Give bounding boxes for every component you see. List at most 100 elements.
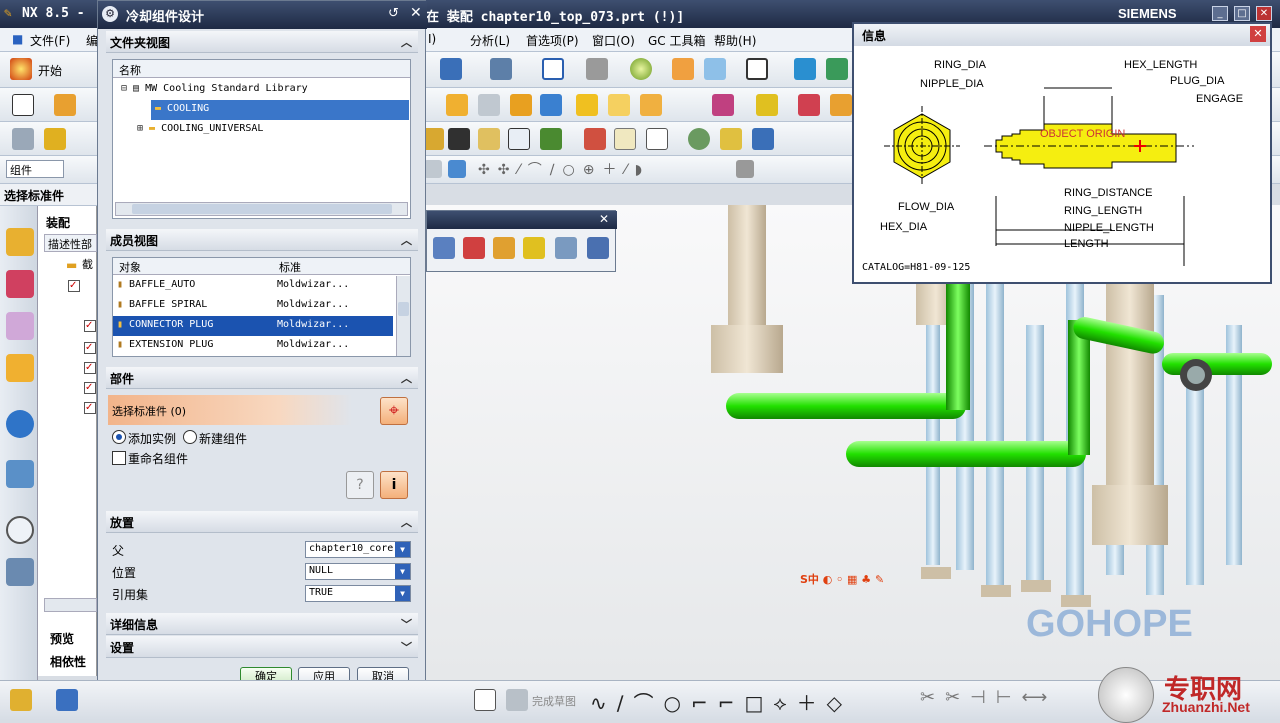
finish-sketch-label[interactable]: 完成草图: [532, 693, 576, 709]
toolbar-icon[interactable]: [493, 237, 515, 259]
member-view-header[interactable]: 成员视图 ︿: [106, 229, 418, 251]
collapse-icon[interactable]: ︿: [401, 514, 412, 530]
tree-checkbox[interactable]: ✓: [84, 320, 96, 332]
chevron-down-icon[interactable]: ▼: [395, 542, 410, 557]
maximize-button[interactable]: □: [1234, 6, 1250, 21]
dependency-section[interactable]: 相依性: [50, 653, 86, 670]
start-label[interactable]: 开始: [38, 62, 62, 79]
tree-checkbox[interactable]: ✓: [84, 342, 96, 354]
finish-sketch-icon[interactable]: [506, 689, 528, 711]
toolbar-icon[interactable]: [576, 94, 598, 116]
toolbar-icon[interactable]: [510, 94, 532, 116]
scroll-thumb[interactable]: [132, 204, 392, 214]
close-button[interactable]: ✕: [1256, 6, 1272, 21]
info-close-button[interactable]: ✕: [1250, 26, 1266, 42]
folder-item-library[interactable]: ⊟ ▤ MW Cooling Standard Library: [113, 80, 410, 100]
ime-toolbar[interactable]: S中 ◐ ◦ ▦ ♣ ✎: [800, 571, 884, 587]
info-icon[interactable]: [6, 410, 34, 438]
history-icon[interactable]: [6, 516, 34, 544]
toolbar-icon[interactable]: [746, 58, 768, 80]
sketch-curve-icons[interactable]: ∿∕⌒○⌐⌐□⟡＋◇: [590, 687, 852, 716]
member-vscrollbar[interactable]: [396, 276, 410, 356]
type-filter-select[interactable]: 组件: [6, 160, 64, 178]
floating-toolbar-titlebar[interactable]: ✕: [427, 211, 617, 229]
toolbar-icon[interactable]: [478, 128, 500, 150]
gear-icon[interactable]: ⚙: [102, 6, 118, 22]
toolbar-icon[interactable]: [704, 58, 726, 80]
snap-icons[interactable]: ✣✣⁄⌒∕○⊕＋⁄◗: [478, 159, 650, 179]
toolbar-icon[interactable]: [646, 128, 668, 150]
chevron-down-icon[interactable]: ▼: [395, 564, 410, 579]
radio-new-component[interactable]: [183, 430, 197, 444]
toolbar-icon[interactable]: [508, 128, 530, 150]
new-file-icon[interactable]: [12, 94, 34, 116]
settings-header[interactable]: 设置 ﹀: [106, 636, 418, 658]
info-button-icon[interactable]: i: [380, 471, 408, 499]
toolbar-icon[interactable]: [446, 94, 468, 116]
toolbar-icon[interactable]: [56, 689, 78, 711]
toolbar-icon[interactable]: [523, 237, 545, 259]
toolbar-icon[interactable]: [830, 94, 852, 116]
folder-item-cooling[interactable]: ▬ COOLING: [151, 100, 409, 120]
grid-icon[interactable]: [614, 128, 636, 150]
toolbar-icon[interactable]: [756, 94, 778, 116]
horizontal-scrollbar[interactable]: [44, 598, 97, 612]
constraint-navigator-icon[interactable]: [6, 270, 34, 298]
toolbar-icon[interactable]: [736, 160, 754, 178]
details-header[interactable]: 详细信息 ﹀: [106, 613, 418, 635]
folder-hscrollbar[interactable]: [115, 202, 408, 216]
toolbar-icon[interactable]: [587, 237, 609, 259]
member-row[interactable]: ▮ BAFFLE_AUTO Moldwizar...: [113, 276, 395, 296]
toolbar-icon[interactable]: [798, 94, 820, 116]
sketch-icon[interactable]: [474, 689, 496, 711]
position-select[interactable]: NULL ▼: [305, 563, 411, 580]
radio-add-instance[interactable]: [112, 430, 126, 444]
toolbar-icon[interactable]: [12, 128, 34, 150]
menu-preferences[interactable]: 首选项(P): [526, 32, 579, 49]
toolbar-icon[interactable]: [672, 58, 694, 80]
toolbar-icon[interactable]: [712, 94, 734, 116]
check-icon[interactable]: [44, 128, 66, 150]
menu-insert[interactable]: I): [428, 32, 436, 46]
part-navigator-icon[interactable]: [6, 312, 34, 340]
tree-checkbox[interactable]: ✓: [68, 280, 80, 292]
toolbar-icon[interactable]: [424, 160, 442, 178]
member-row-selected[interactable]: ▮ CONNECTOR PLUG Moldwizar...: [113, 316, 393, 336]
toolbar-icon[interactable]: [540, 94, 562, 116]
toolbar-icon[interactable]: [463, 237, 485, 259]
toolbar-icon[interactable]: [608, 94, 630, 116]
tree-checkbox[interactable]: ✓: [84, 382, 96, 394]
col-standard[interactable]: 标准: [279, 259, 301, 275]
select-object-crosshair-icon[interactable]: ⌖: [380, 397, 408, 425]
expand-icon[interactable]: ﹀: [401, 639, 412, 655]
dialog-close-icon[interactable]: ✕: [410, 5, 422, 21]
fit-view-icon[interactable]: [542, 58, 564, 80]
start-icon[interactable]: [10, 58, 32, 80]
folder-view-header[interactable]: 文件夹视图 ︿: [106, 31, 418, 53]
chevron-down-icon[interactable]: ▼: [395, 586, 410, 601]
toolbar-icon[interactable]: [490, 58, 512, 80]
toolbar-icon[interactable]: [478, 94, 500, 116]
toolbar-icon[interactable]: [448, 128, 470, 150]
col-object[interactable]: 对象: [119, 259, 141, 275]
folder-item-cooling-universal[interactable]: ⊞ ▬ COOLING_UNIVERSAL: [113, 120, 410, 140]
toolbar-icon[interactable]: [10, 689, 32, 711]
toolbar-icon[interactable]: [720, 128, 742, 150]
tree-checkbox[interactable]: ✓: [84, 402, 96, 414]
toolbar-icon[interactable]: [440, 58, 462, 80]
member-row[interactable]: ▮ EXTENSION PLUG Moldwizar...: [113, 336, 395, 356]
menu-gc-toolbox[interactable]: GC 工具箱: [648, 32, 706, 49]
toolbar-icon[interactable]: [752, 128, 774, 150]
parent-select[interactable]: chapter10_core ▼: [305, 541, 411, 558]
reuse-library-icon[interactable]: [6, 354, 34, 382]
collapse-icon[interactable]: ︿: [401, 34, 412, 50]
menu-help[interactable]: 帮助(H): [714, 32, 756, 49]
web-browser-icon[interactable]: [6, 460, 34, 488]
toolbar-icon[interactable]: [433, 237, 455, 259]
toolbar-icon[interactable]: [826, 58, 848, 80]
preview-section[interactable]: 预览: [50, 630, 74, 647]
open-icon[interactable]: [54, 94, 76, 116]
sketch-edit-icons[interactable]: ✂✂⊣⊢⟷: [920, 687, 1057, 708]
reset-icon[interactable]: ↺: [388, 6, 399, 21]
rename-component-checkbox[interactable]: [112, 451, 126, 465]
